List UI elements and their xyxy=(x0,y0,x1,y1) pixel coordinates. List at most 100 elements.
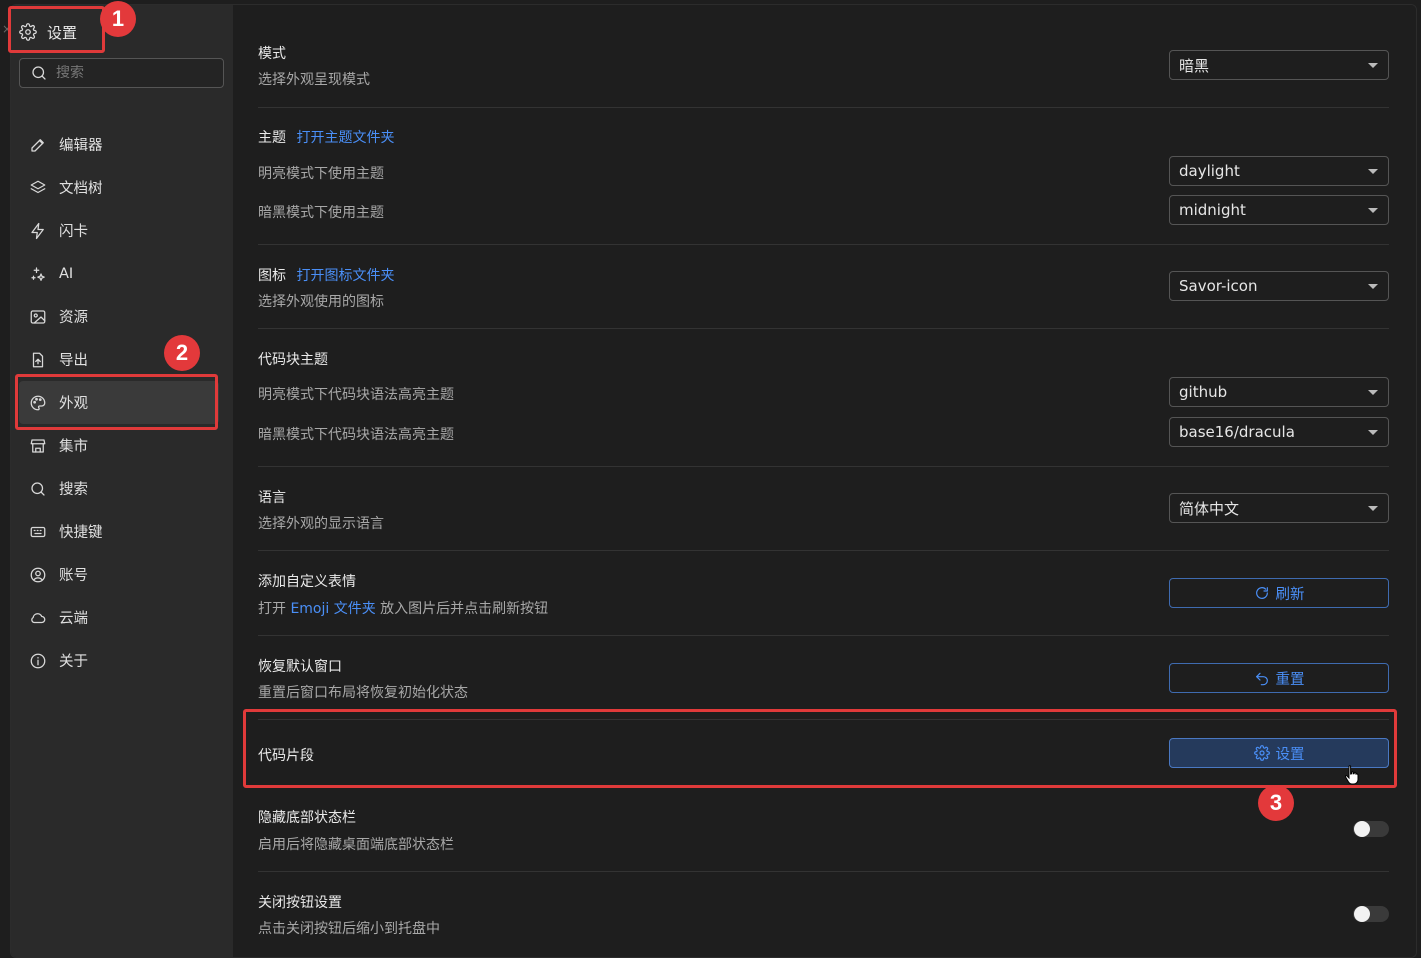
theme-dark-label: 暗黑模式下使用主题 xyxy=(258,205,384,221)
icon-title-label: 图标 xyxy=(258,268,286,284)
theme-light-label: 明亮模式下使用主题 xyxy=(258,166,384,182)
refresh-button-label: 刷新 xyxy=(1275,586,1305,603)
refresh-icon xyxy=(1255,587,1268,599)
reset-button[interactable]: 重置 xyxy=(1169,663,1389,693)
sidebar-item-cloud[interactable]: 云端 xyxy=(19,596,219,639)
keyboard-icon xyxy=(29,523,47,541)
sidebar-item-account[interactable]: 账号 xyxy=(19,553,219,596)
search-icon xyxy=(30,64,48,82)
sidebar-item-label: 外观 xyxy=(59,396,88,412)
sidebar-item-label: 集市 xyxy=(59,439,88,455)
close-button-setting-title: 关闭按钮设置 xyxy=(258,895,342,911)
chevron-down-icon xyxy=(1368,169,1378,174)
search-field[interactable] xyxy=(19,58,224,88)
open-icon-folder-link[interactable]: 打开图标文件夹 xyxy=(296,268,394,284)
sidebar-item-label: 导出 xyxy=(59,353,88,369)
theme-title-label: 主题 xyxy=(258,130,286,146)
code-theme-light-value: github xyxy=(1179,383,1228,401)
sidebar-item-assets[interactable]: 资源 xyxy=(19,295,219,338)
mode-title: 模式 xyxy=(258,46,286,62)
sidebar-item-about[interactable]: 关于 xyxy=(19,639,219,682)
emoji-desc-suffix: 放入图片后并点击刷新按钮 xyxy=(375,601,549,617)
image-icon xyxy=(29,308,47,326)
code-theme-title: 代码块主题 xyxy=(258,352,328,368)
icon-title: 图标 打开图标文件夹 xyxy=(258,265,394,285)
gear-icon xyxy=(1253,745,1270,761)
sidebar-item-label: 云端 xyxy=(59,611,88,627)
divider xyxy=(258,550,1389,551)
sparkle-icon xyxy=(29,265,47,283)
chevron-down-icon xyxy=(1368,63,1378,68)
mode-select[interactable]: 暗黑 xyxy=(1169,50,1389,80)
divider xyxy=(258,635,1389,636)
theme-title: 主题 打开主题文件夹 xyxy=(258,127,394,147)
sidebar-item-appearance[interactable]: 外观 xyxy=(19,381,219,424)
icon-desc: 选择外观使用的图标 xyxy=(258,294,384,310)
sidebar-item-label: 资源 xyxy=(59,310,88,326)
cloud-icon xyxy=(29,609,47,627)
sidebar-item-label: 关于 xyxy=(59,654,88,670)
icon-select-value: Savor-icon xyxy=(1179,277,1258,295)
sidebar-nav: 编辑器 文档树 闪卡 AI 资源 导出 外观 集市 搜索 快捷键 账号 云端 关… xyxy=(19,123,219,682)
icon-select[interactable]: Savor-icon xyxy=(1169,271,1389,301)
open-theme-folder-link[interactable]: 打开主题文件夹 xyxy=(296,130,394,146)
sidebar-item-label: AI xyxy=(59,265,74,282)
sidebar-item-bazaar[interactable]: 集市 xyxy=(19,424,219,467)
sidebar-item-filetree[interactable]: 文档树 xyxy=(19,166,219,209)
theme-light-value: daylight xyxy=(1179,162,1240,180)
language-select-value: 简体中文 xyxy=(1179,499,1240,518)
sidebar-item-label: 搜索 xyxy=(59,482,88,498)
emoji-desc: 打开 Emoji 文件夹 放入图片后并点击刷新按钮 xyxy=(258,598,548,618)
divider xyxy=(258,466,1389,467)
divider xyxy=(258,719,1389,720)
settings-title-label: 设置 xyxy=(47,23,78,42)
snippets-button-label: 设置 xyxy=(1275,746,1305,763)
close-to-tray-toggle[interactable] xyxy=(1353,906,1389,922)
hide-statusbar-desc: 启用后将隐藏桌面端底部状态栏 xyxy=(258,837,454,853)
hide-statusbar-toggle[interactable] xyxy=(1353,821,1389,837)
settings-window: 设置 编辑器 文档树 闪卡 AI xyxy=(10,4,1417,958)
sidebar-item-label: 快捷键 xyxy=(59,525,103,541)
chevron-down-icon xyxy=(1368,506,1378,511)
store-icon xyxy=(29,437,47,455)
code-theme-light-label: 明亮模式下代码块语法高亮主题 xyxy=(258,387,454,403)
undo-icon xyxy=(1255,672,1268,686)
sidebar-item-label: 闪卡 xyxy=(59,224,88,240)
language-title: 语言 xyxy=(258,490,286,506)
theme-light-select[interactable]: daylight xyxy=(1169,156,1389,186)
theme-dark-select[interactable]: midnight xyxy=(1169,195,1389,225)
search-icon xyxy=(29,480,47,498)
sidebar-item-label: 账号 xyxy=(59,568,88,584)
settings-title: 设置 xyxy=(19,17,77,47)
search-input[interactable] xyxy=(56,65,206,81)
step-badge-3: 3 xyxy=(1258,785,1294,821)
settings-panel: 模式 选择外观呈现模式 暗黑 主题 打开主题文件夹 明亮模式下使用主题 dayl… xyxy=(233,5,1416,957)
user-circle-icon xyxy=(29,566,47,584)
chevron-down-icon xyxy=(1368,208,1378,213)
divider xyxy=(258,871,1389,872)
sidebar-item-search[interactable]: 搜索 xyxy=(19,467,219,510)
sidebar-item-keymap[interactable]: 快捷键 xyxy=(19,510,219,553)
chevron-down-icon xyxy=(1368,284,1378,289)
code-theme-light-select[interactable]: github xyxy=(1169,377,1389,407)
export-file-icon xyxy=(29,351,47,369)
chevron-down-icon xyxy=(1368,390,1378,395)
sidebar-item-editor[interactable]: 编辑器 xyxy=(19,123,219,166)
language-select[interactable]: 简体中文 xyxy=(1169,493,1389,523)
mode-desc: 选择外观呈现模式 xyxy=(258,72,370,88)
code-theme-dark-select[interactable]: base16/dracula xyxy=(1169,417,1389,447)
chevron-down-icon xyxy=(1368,430,1378,435)
open-emoji-folder-link[interactable]: Emoji 文件夹 xyxy=(290,601,375,617)
step-badge-2: 2 xyxy=(164,335,200,371)
info-icon xyxy=(29,652,47,670)
pencil-icon xyxy=(29,136,47,154)
sidebar-item-flashcard[interactable]: 闪卡 xyxy=(19,209,219,252)
sidebar-item-ai[interactable]: AI xyxy=(19,252,219,295)
hide-statusbar-title: 隐藏底部状态栏 xyxy=(258,810,356,826)
close-button-setting-desc: 点击关闭按钮后缩小到托盘中 xyxy=(258,921,440,937)
reset-window-desc: 重置后窗口布局将恢复初始化状态 xyxy=(258,685,468,701)
refresh-button[interactable]: 刷新 xyxy=(1169,578,1389,608)
reset-window-title: 恢复默认窗口 xyxy=(258,659,342,675)
divider xyxy=(258,328,1389,329)
step-badge-1: 1 xyxy=(100,1,136,37)
